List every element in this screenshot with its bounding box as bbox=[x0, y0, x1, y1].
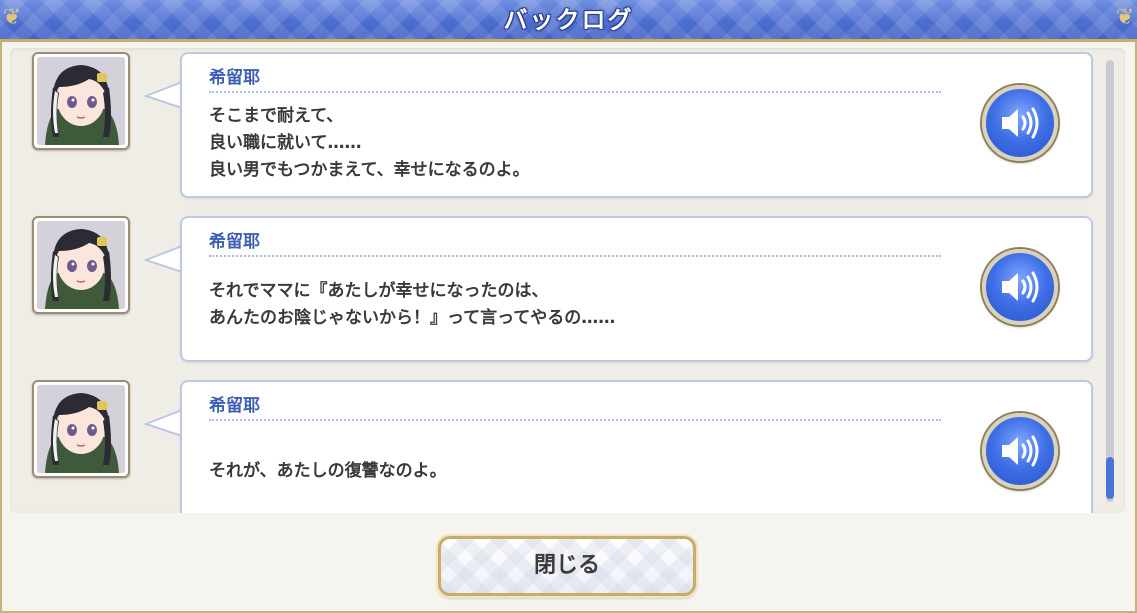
log-entry: 希留耶 それが、あたしの復讐なのよ。 bbox=[10, 376, 1105, 513]
dialogue-line: あんたのお陰じゃないから！』って言ってやるの…… bbox=[209, 308, 616, 328]
dialogue-bubble: 希留耶 それでママに『あたしが幸せになったのは、 あんたのお陰じゃないから！』っ… bbox=[180, 216, 1093, 362]
log-entry: 希留耶 そこまで耐えて、 良い職に就いて…… 良い男でもつかまえて、幸せになるの… bbox=[10, 48, 1105, 198]
avatar bbox=[32, 52, 130, 150]
speaker-name: 希留耶 bbox=[209, 68, 260, 88]
backlog-list[interactable]: 希留耶 そこまで耐えて、 良い職に就いて…… 良い男でもつかまえて、幸せになるの… bbox=[10, 48, 1125, 513]
speaker-volume-icon bbox=[1002, 107, 1039, 139]
log-entry: 希留耶 それでママに『あたしが幸せになったのは、 あんたのお陰じゃないから！』っ… bbox=[10, 212, 1105, 362]
voice-play-button[interactable] bbox=[982, 249, 1058, 325]
header-bar: ❦ バックログ ❦ bbox=[0, 0, 1137, 42]
dialogue-line: 良い職に就いて…… bbox=[209, 133, 362, 153]
bubble-tail bbox=[144, 409, 182, 437]
speaker-volume-icon bbox=[1002, 435, 1039, 467]
avatar bbox=[32, 216, 130, 314]
avatar bbox=[32, 380, 130, 478]
voice-play-button[interactable] bbox=[982, 413, 1058, 489]
speaker-volume-icon bbox=[1002, 271, 1039, 303]
bubble-tail bbox=[144, 245, 182, 273]
dialogue-line: 良い男でもつかまえて、幸せになるのよ。 bbox=[209, 160, 530, 180]
ornament-icon: ❦ bbox=[1115, 5, 1135, 30]
dialogue-bubble: 希留耶 そこまで耐えて、 良い職に就いて…… 良い男でもつかまえて、幸せになるの… bbox=[180, 52, 1093, 198]
divider bbox=[209, 255, 941, 257]
character-portrait bbox=[37, 221, 125, 309]
character-portrait bbox=[37, 385, 125, 473]
speaker-name: 希留耶 bbox=[209, 232, 260, 252]
scrollbar-thumb[interactable] bbox=[1106, 457, 1114, 499]
divider bbox=[209, 91, 941, 93]
dialogue-bubble: 希留耶 それが、あたしの復讐なのよ。 bbox=[180, 380, 1093, 513]
page-title: バックログ bbox=[503, 6, 634, 34]
bubble-tail bbox=[144, 81, 182, 109]
divider bbox=[209, 419, 941, 421]
close-button[interactable]: 閉じる bbox=[438, 536, 696, 596]
voice-play-button[interactable] bbox=[982, 85, 1058, 161]
dialogue-line: それが、あたしの復讐なのよ。 bbox=[209, 461, 447, 481]
scrollbar[interactable] bbox=[1106, 60, 1114, 502]
dialogue-line: それでママに『あたしが幸せになったのは、 bbox=[209, 281, 549, 301]
dialogue-line: そこまで耐えて、 bbox=[209, 106, 344, 126]
speaker-name: 希留耶 bbox=[209, 396, 260, 416]
character-portrait bbox=[37, 57, 125, 145]
